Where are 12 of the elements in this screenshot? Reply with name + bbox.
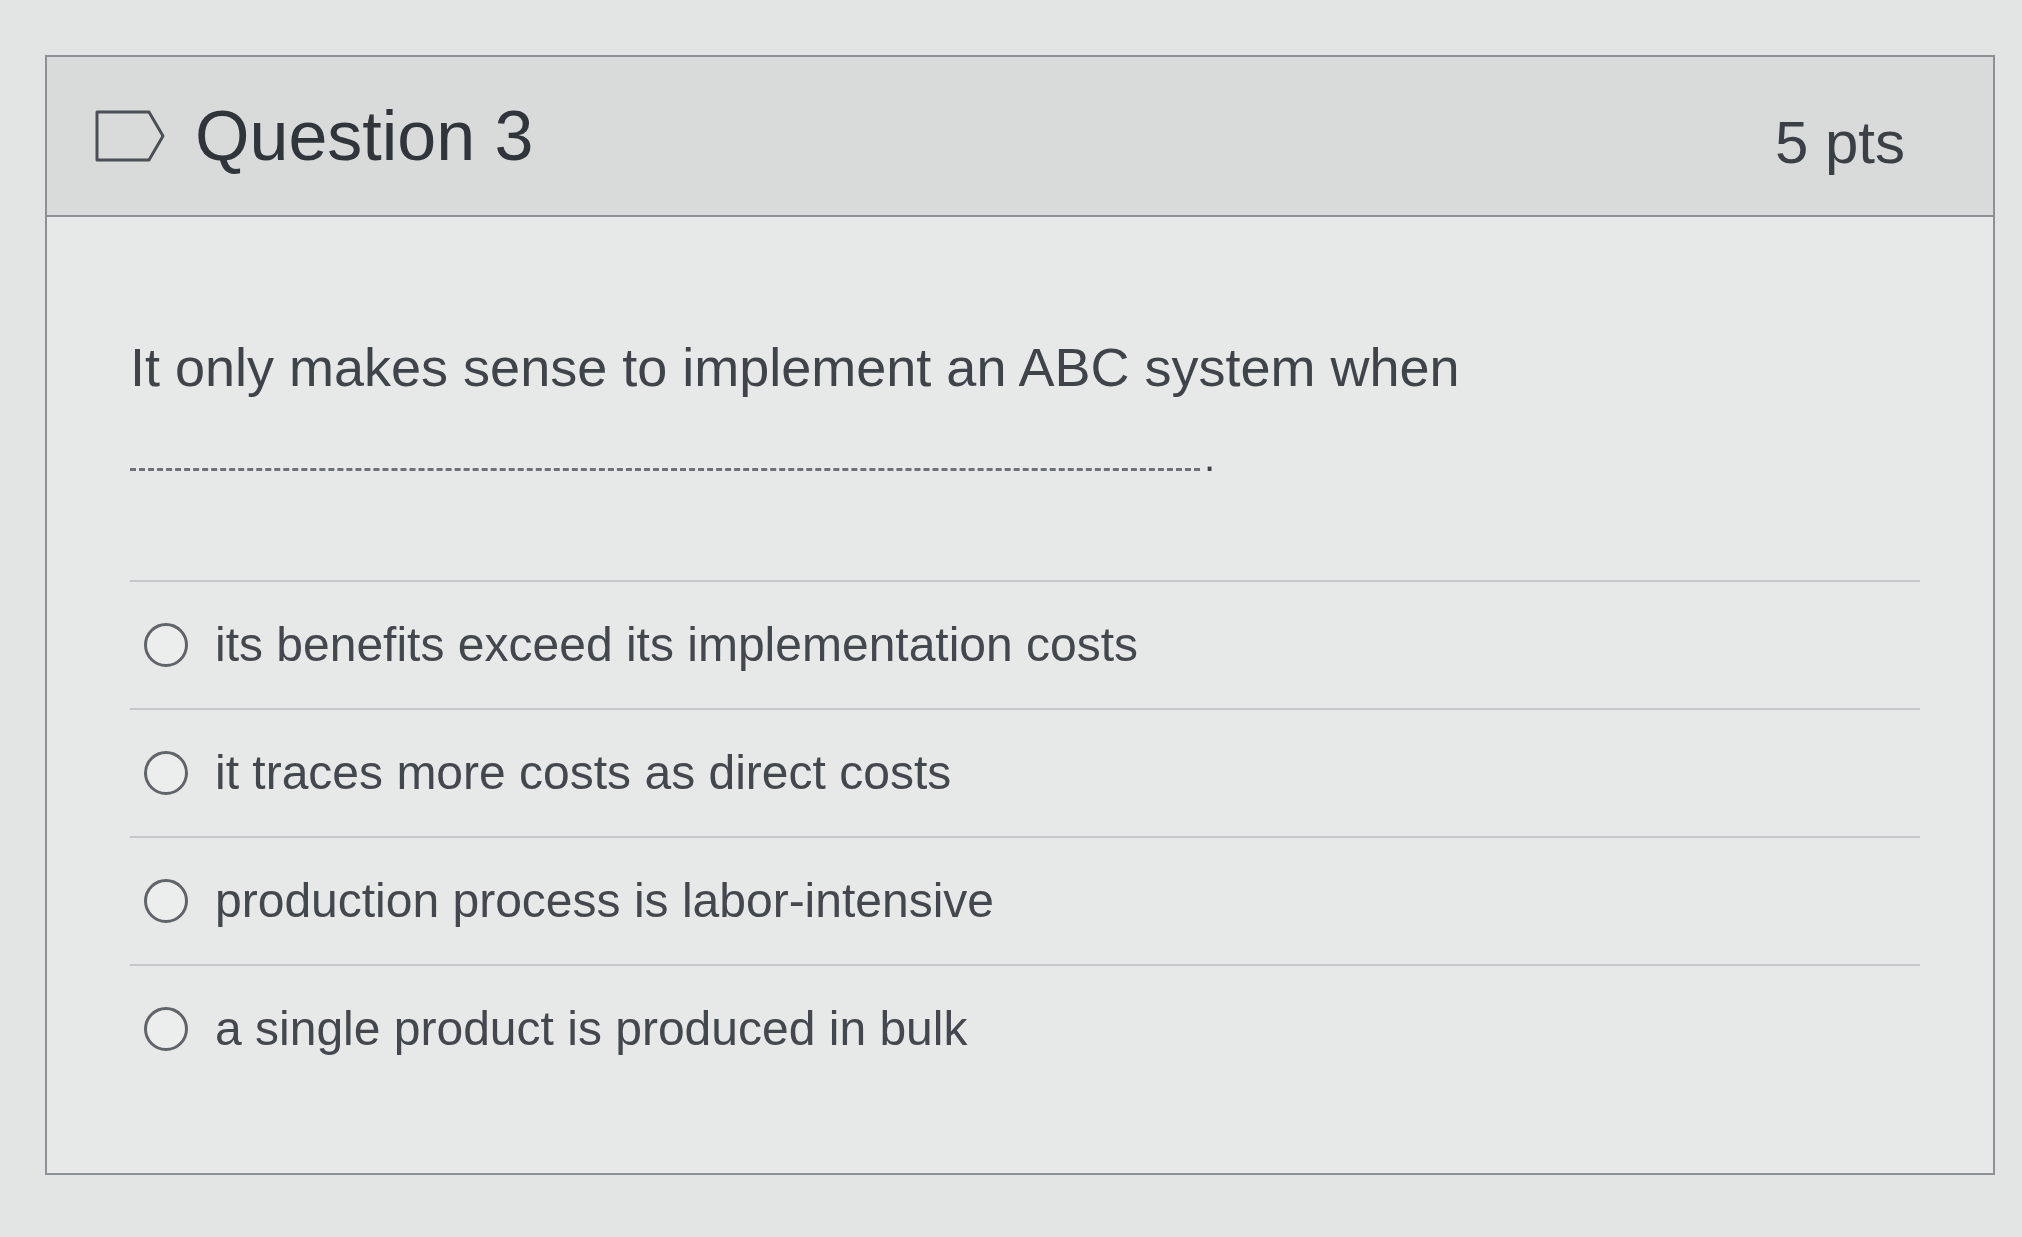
radio-button[interactable] (144, 879, 188, 923)
tag-icon[interactable] (95, 110, 165, 162)
blank-period: . (1204, 437, 1216, 477)
answer-option[interactable]: its benefits exceed its implementation costs (215, 616, 1139, 674)
answer-option[interactable]: it traces more costs as direct costs (215, 744, 952, 802)
radio-button[interactable] (144, 1007, 188, 1051)
answer-option[interactable]: production process is labor-intensive (215, 872, 995, 930)
answer-option[interactable]: a single product is produced in bulk (215, 1000, 968, 1058)
radio-button[interactable] (144, 751, 188, 795)
points-label: 5 pts (1774, 113, 1905, 173)
question-text: It only makes sense to implement an ABC system when (130, 336, 1461, 399)
radio-button[interactable] (144, 623, 188, 667)
